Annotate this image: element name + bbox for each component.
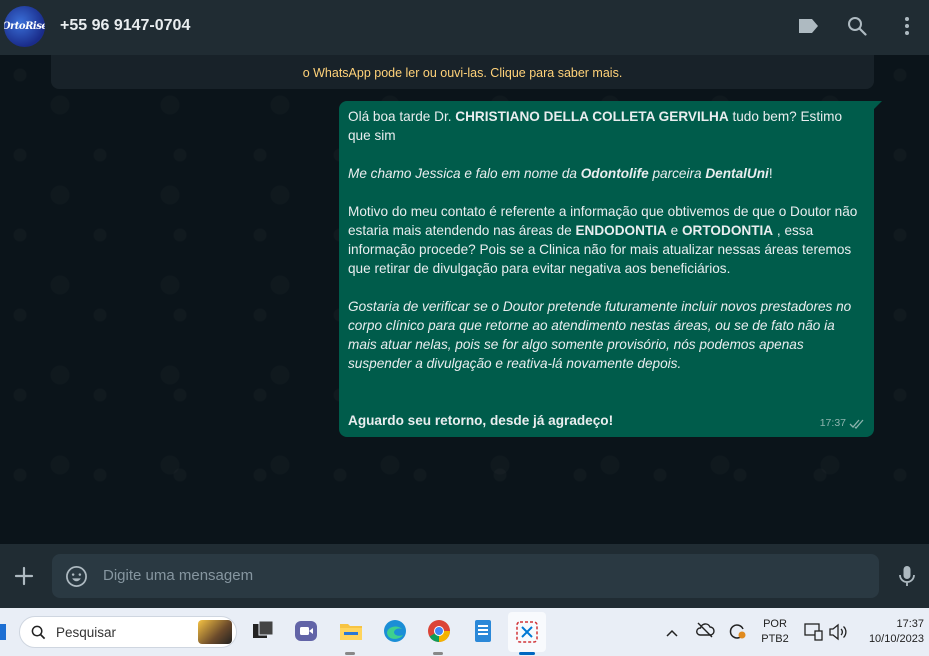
edge-browser-icon[interactable] [382, 618, 408, 644]
message-paragraph: Gostaria de verificar se o Doutor preten… [348, 299, 852, 371]
message-paragraph: Me chamo Jessica e falo em nome da Odont… [348, 166, 773, 181]
active-indicator [519, 652, 535, 655]
snipping-tool-icon [516, 621, 538, 643]
running-indicator [433, 652, 443, 655]
message-placeholder: Digite uma mensagem [103, 567, 254, 584]
display-icon[interactable] [804, 623, 824, 646]
message-paragraph: Olá boa tarde Dr. CHRISTIANO DELLA COLLE… [348, 109, 843, 143]
message-paragraph: Motivo do meu contato é referente a info… [348, 204, 858, 276]
taskbar-search[interactable]: Pesquisar [19, 616, 237, 648]
encryption-banner[interactable]: o WhatsApp pode ler ou ouvi-las. Clique … [51, 55, 874, 89]
chevron-up-icon[interactable] [665, 625, 679, 643]
compose-bar: Digite uma mensagem [0, 544, 929, 608]
clock-date: 10/10/2023 [868, 633, 924, 645]
message-input[interactable]: Digite uma mensagem [52, 554, 879, 598]
file-explorer-icon[interactable] [338, 618, 364, 644]
notepad-icon[interactable] [470, 618, 496, 644]
running-indicator [345, 652, 355, 655]
search-icon [31, 625, 46, 640]
message-meta: 17:37 [820, 414, 865, 433]
double-check-icon [849, 419, 864, 429]
chat-area: o WhatsApp pode ler ou ouvi-las. Clique … [0, 55, 929, 544]
meet-app-icon[interactable] [293, 618, 319, 644]
label-icon[interactable] [796, 14, 820, 38]
language-code: POR [763, 618, 787, 630]
task-view-icon[interactable] [250, 618, 276, 644]
chrome-browser-icon[interactable] [426, 618, 452, 644]
microphone-icon[interactable] [895, 564, 919, 588]
search-highlight-icon [198, 620, 232, 644]
keyboard-layout: PTB2 [761, 633, 789, 645]
volume-icon[interactable] [828, 623, 848, 646]
update-sync-icon[interactable] [727, 621, 747, 646]
avatar-logo-text: OrtoRise [4, 21, 45, 32]
contact-name[interactable]: +55 96 9147-0704 [60, 17, 190, 35]
system-clock[interactable]: 17:37 10/10/2023 [856, 617, 928, 647]
message-time: 17:37 [819, 417, 846, 429]
outgoing-message[interactable]: Olá boa tarde Dr. CHRISTIANO DELLA COLLE… [339, 101, 882, 437]
search-icon[interactable] [845, 14, 869, 38]
snipping-tool-active[interactable] [508, 612, 546, 652]
cloud-offline-icon[interactable] [695, 622, 715, 643]
start-icon[interactable] [0, 624, 6, 640]
emoji-icon[interactable] [65, 565, 88, 588]
search-label: Pesquisar [56, 625, 117, 640]
input-language[interactable]: POR PTB2 [758, 617, 792, 647]
windows-taskbar: Pesquisar POR PTB2 17:37 10/10/2023 [0, 608, 929, 656]
contact-avatar[interactable]: OrtoRise [4, 6, 45, 47]
clock-time: 17:37 [896, 618, 924, 630]
encryption-banner-text[interactable]: o WhatsApp pode ler ou ouvi-las. Clique … [51, 66, 874, 80]
menu-kebab-icon[interactable] [895, 14, 919, 38]
chat-header: OrtoRise +55 96 9147-0704 [0, 0, 929, 55]
message-paragraph: Aguardo seu retorno, desde já agradeço! [348, 413, 614, 428]
attach-plus-icon[interactable] [12, 564, 36, 588]
